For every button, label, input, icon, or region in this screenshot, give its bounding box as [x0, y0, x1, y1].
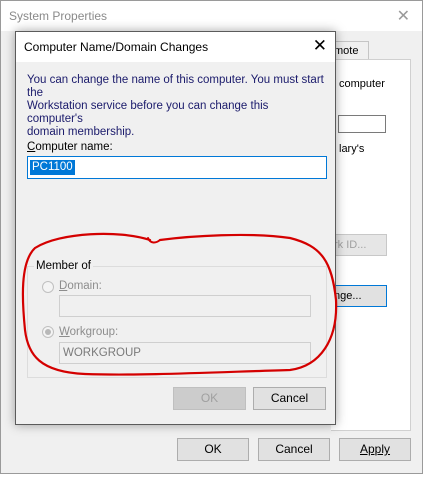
close-icon[interactable]: ✕: [313, 36, 327, 56]
label-text: orkgroup:: [69, 326, 119, 338]
apply-button-label: Apply: [359, 442, 391, 456]
dialog-title: Computer Name/Domain Changes: [24, 40, 209, 54]
computer-name-input[interactable]: PC1100: [27, 156, 327, 179]
description-line: You can change the name of this computer…: [27, 74, 324, 99]
description-input[interactable]: [338, 115, 386, 133]
computer-name-dialog: Computer Name/Domain Changes ✕ You can c…: [15, 31, 336, 425]
domain-input[interactable]: [59, 295, 311, 317]
workgroup-radio[interactable]: [42, 326, 54, 338]
label-text: omain:: [67, 280, 102, 292]
domain-label: Domain:: [59, 280, 102, 292]
computer-name-value: PC1100: [30, 160, 75, 175]
workgroup-input[interactable]: WORKGROUP: [59, 342, 311, 364]
dialog-ok-button[interactable]: OK: [173, 387, 246, 410]
network-id-button[interactable]: rk ID...: [331, 234, 387, 256]
member-of-label: Member of: [34, 260, 93, 272]
apply-button[interactable]: Apply: [339, 438, 411, 461]
access-key: W: [59, 326, 70, 338]
close-icon[interactable]: ✕: [397, 6, 410, 26]
system-properties-titlebar: System Properties ✕: [1, 1, 422, 31]
domain-radio[interactable]: [42, 281, 54, 293]
workgroup-label: Workgroup:: [59, 326, 118, 338]
cancel-button[interactable]: Cancel: [258, 438, 330, 461]
dialog-cancel-button[interactable]: Cancel: [253, 387, 326, 410]
description-line: Workstation service before you can chang…: [27, 100, 269, 125]
info-text: lary's: [339, 143, 365, 155]
change-button[interactable]: nge...: [331, 285, 387, 307]
ok-button[interactable]: OK: [177, 438, 249, 461]
tab-remote[interactable]: mote: [331, 41, 369, 60]
description-line: domain membership.: [27, 126, 135, 138]
dialog-titlebar: Computer Name/Domain Changes ✕: [16, 32, 335, 62]
dialog-description: You can change the name of this computer…: [27, 74, 327, 139]
system-properties-title: System Properties: [9, 9, 108, 23]
label-text: omputer name:: [35, 141, 113, 153]
description-text: computer: [339, 78, 385, 90]
computer-name-label: Computer name:: [27, 141, 113, 153]
